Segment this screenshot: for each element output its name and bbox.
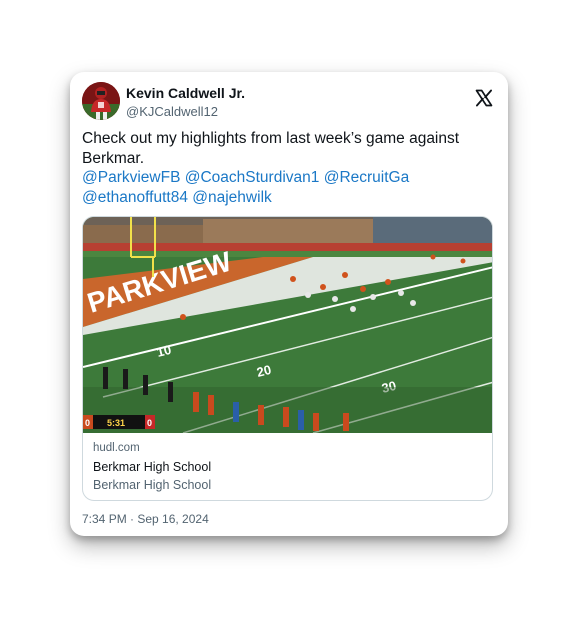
avatar[interactable] bbox=[82, 82, 120, 120]
mention-link[interactable]: @najehwilk bbox=[192, 189, 272, 206]
author-names: Kevin Caldwell Jr. @KJCaldwell12 bbox=[126, 85, 245, 120]
tweet-timestamp[interactable]: 7:34 PM · Sep 16, 2024 bbox=[82, 512, 209, 526]
x-logo-icon[interactable] bbox=[474, 88, 494, 108]
tweet-text: Check out my highlights from last week’s… bbox=[82, 129, 496, 207]
mention-link[interactable]: @ParkviewFB bbox=[82, 169, 180, 186]
mention-link[interactable]: @ethanoffutt84 bbox=[82, 189, 188, 206]
mention-link[interactable]: @RecruitGa bbox=[324, 169, 410, 186]
mention-list: @ParkviewFB @CoachSturdivan1 @RecruitGa … bbox=[82, 168, 496, 207]
link-preview-card[interactable]: PARKVIEW 10 20 30 0 5:31 0 hudl.com Berk… bbox=[82, 216, 493, 501]
mention-link[interactable]: @CoachSturdivan1 bbox=[185, 169, 320, 186]
scoreboard: 0 5:31 0 bbox=[83, 415, 155, 429]
author-display-name[interactable]: Kevin Caldwell Jr. bbox=[126, 85, 245, 102]
tweet-body: Check out my highlights from last week’s… bbox=[82, 130, 460, 167]
link-title: Berkmar High School bbox=[93, 460, 212, 474]
score-right: 0 bbox=[147, 418, 152, 428]
tweet-card: Kevin Caldwell Jr. @KJCaldwell12 Check o… bbox=[70, 72, 508, 536]
score-left: 0 bbox=[85, 418, 90, 428]
link-domain: hudl.com bbox=[93, 442, 140, 454]
video-thumbnail[interactable]: PARKVIEW 10 20 30 0 5:31 0 bbox=[83, 217, 493, 433]
link-description: Berkmar High School bbox=[93, 478, 212, 492]
author-handle[interactable]: @KJCaldwell12 bbox=[126, 103, 245, 120]
tweet-header: Kevin Caldwell Jr. @KJCaldwell12 bbox=[82, 82, 496, 122]
game-clock: 5:31 bbox=[107, 418, 125, 428]
link-info: hudl.com Berkmar High School Berkmar Hig… bbox=[93, 441, 211, 493]
